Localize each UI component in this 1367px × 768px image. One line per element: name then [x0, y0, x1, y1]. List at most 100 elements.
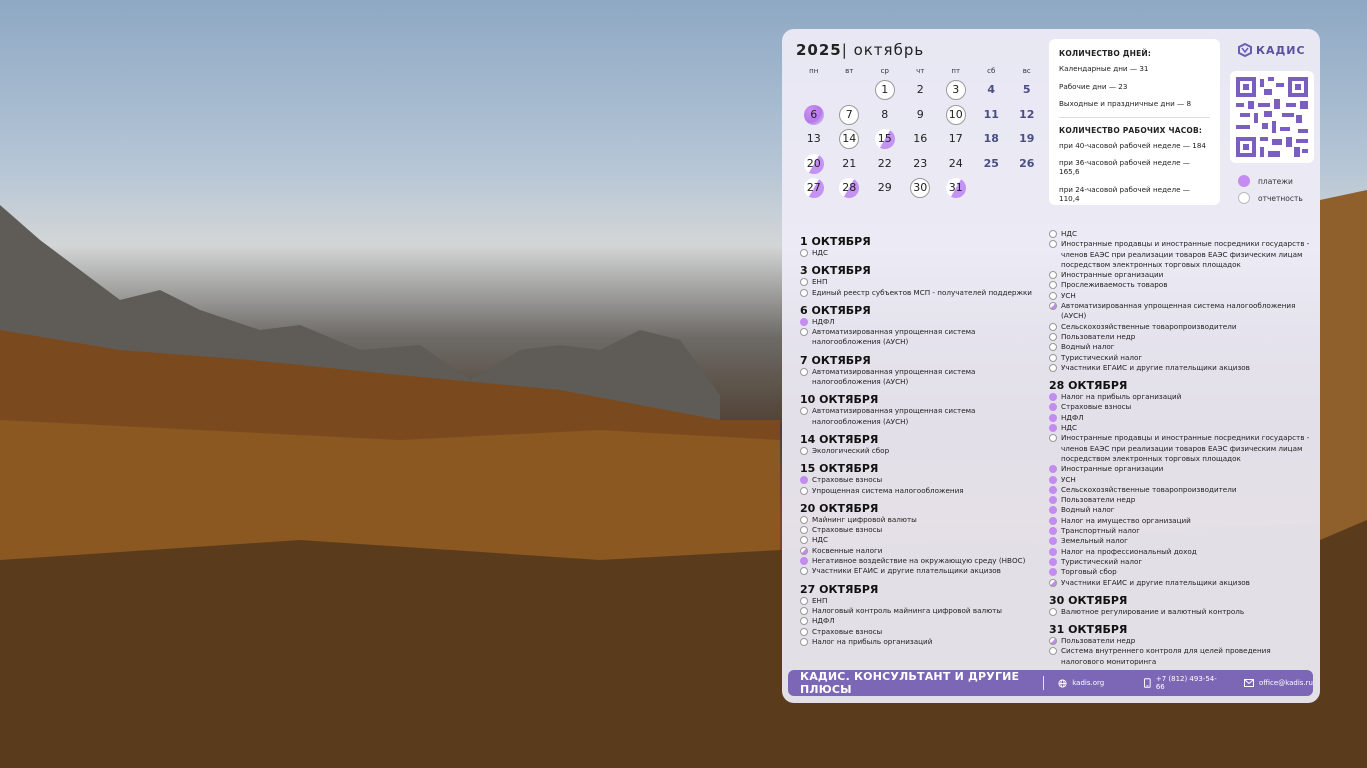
day-cell[interactable]: 27	[803, 178, 824, 199]
event-item: Транспортный налог	[1049, 526, 1311, 536]
report-dot-icon	[1049, 322, 1057, 331]
event-date-heading: 20 ОКТЯБРЯ	[800, 501, 879, 515]
day-cell[interactable]: 13	[804, 129, 824, 149]
day-cell[interactable]: 31	[945, 178, 966, 199]
footer-phone: +7 (812) 493-54-66	[1155, 675, 1217, 691]
day-cell[interactable]: 25	[981, 154, 1001, 174]
day-cell[interactable]: 4	[981, 80, 1001, 100]
footer-divider	[1043, 676, 1045, 690]
day-cell[interactable]: 14	[839, 129, 860, 150]
event-date-heading: 28 ОКТЯБРЯ	[1049, 379, 1128, 393]
payment-dot-icon	[1049, 516, 1057, 525]
weekday-label: вт	[845, 67, 854, 75]
weekday-header: пн вт ср чт пт сб вс	[796, 67, 1046, 75]
event-item: НДС	[1049, 423, 1311, 433]
event-item: НДС	[1049, 229, 1311, 239]
event-item: НДФЛ	[800, 616, 1040, 626]
report-dot-icon	[1049, 647, 1057, 656]
day-cell[interactable]: 17	[946, 129, 966, 149]
report-dot-icon	[1049, 434, 1057, 443]
event-label: НДС	[1061, 229, 1078, 238]
event-item: Валютное регулирование и валютный контро…	[1049, 607, 1311, 617]
day-cell[interactable]: 21	[839, 154, 859, 174]
day-cell[interactable]: 24	[946, 154, 966, 174]
event-label: ЕНП	[812, 277, 828, 287]
day-cell[interactable]: 19	[1017, 129, 1037, 149]
legend-reports-label: отчетность	[1258, 193, 1303, 203]
event-item: Участники ЕГАИС и другие плательщики акц…	[800, 566, 1040, 576]
event-item: Страховые взносы	[800, 627, 1040, 637]
day-cell[interactable]: 26	[1017, 154, 1037, 174]
event-label: Система внутреннего контроля для целей п…	[1061, 646, 1271, 666]
day-cell[interactable]: 7	[839, 104, 860, 125]
event-label: Автоматизированная упрощенная система на…	[1061, 301, 1296, 321]
day-cell[interactable]: 6	[803, 104, 824, 125]
event-label: Водный налог	[1061, 342, 1115, 352]
event-date-heading: 3 ОКТЯБРЯ	[800, 264, 871, 278]
day-cell[interactable]: 5	[1017, 80, 1037, 100]
event-item: Косвенные налоги	[800, 546, 1040, 556]
day-cell[interactable]: 12	[1017, 105, 1037, 125]
footer-email-link[interactable]: office@kadis.ru	[1243, 679, 1313, 687]
event-label: НДФЛ	[812, 316, 835, 326]
legend-payments: платежи	[1238, 175, 1303, 187]
event-label: Участники ЕГАИС и другие плательщики акц…	[812, 566, 1001, 576]
payment-dot-icon	[1049, 506, 1057, 515]
day-cell[interactable]: 1	[874, 80, 895, 101]
qr-code[interactable]	[1230, 71, 1314, 163]
day-cell[interactable]: 16	[910, 129, 930, 149]
globe-icon	[1058, 678, 1067, 688]
report-dot-icon	[1049, 230, 1057, 238]
report-dot-icon	[800, 407, 808, 416]
events-right-column: НДС Иностранные продавцы и иностранные по…	[1049, 229, 1311, 667]
phone-icon	[1144, 678, 1151, 688]
day-cell[interactable]: 23	[910, 154, 930, 174]
event-label: Налог на профессиональный доход	[1061, 546, 1197, 556]
footer-phone-link[interactable]: +7 (812) 493-54-66	[1144, 675, 1222, 691]
day-cell[interactable]: 28	[839, 178, 860, 199]
event-label: Налог на прибыль организаций	[1061, 392, 1182, 402]
event-label: Страховые взносы	[1061, 402, 1132, 412]
year-label: 2025	[796, 41, 842, 59]
event-item: Водный налог	[1049, 342, 1311, 352]
event-item: Налог на имущество организаций	[1049, 516, 1311, 526]
event-item: Туристический налог	[1049, 557, 1311, 567]
event-item: НДС	[800, 248, 1040, 258]
day-cell[interactable]: 29	[875, 178, 895, 198]
footer-email: office@kadis.ru	[1258, 679, 1313, 687]
day-cell[interactable]: 18	[981, 129, 1001, 149]
event-item: ЕНП	[800, 596, 1040, 606]
event-label: Пользователи недр	[1061, 495, 1136, 505]
event-item: Автоматизированная упрощенная система на…	[800, 327, 1040, 348]
event-item: Иностранные продавцы и иностранные посре…	[1049, 239, 1311, 270]
weekday-label: вс	[1022, 67, 1031, 75]
payment-dot-icon	[1049, 302, 1057, 311]
payment-dot-icon	[1049, 475, 1057, 484]
day-cell[interactable]: 11	[981, 105, 1001, 125]
day-cell[interactable]: 3	[945, 80, 966, 101]
event-label: Пользователи недр	[1061, 636, 1136, 646]
event-item: Сельскохозяйственные товаропроизводители	[1049, 322, 1311, 332]
day-cell[interactable]: 10	[945, 104, 966, 125]
event-label: НДФЛ	[812, 616, 835, 626]
event-item: НДФЛ	[800, 317, 1040, 327]
report-dot-icon	[800, 515, 808, 524]
day-cell[interactable]: 15	[874, 129, 895, 150]
report-dot-icon	[800, 617, 808, 626]
day-cell[interactable]: 20	[803, 153, 824, 174]
day-cell[interactable]: 8	[875, 105, 895, 125]
events-left-column: 1 ОКТЯБРЯ НДС 3 ОКТЯБРЯ ЕНП Единый реестр су…	[800, 229, 1040, 647]
event-item: Упрощенная система налогообложения	[800, 486, 1040, 496]
weekday-label: пт	[951, 67, 961, 75]
event-date-heading: 7 ОКТЯБРЯ	[800, 353, 871, 367]
event-label: Негативное воздействие на окружающую сре…	[812, 556, 1026, 566]
day-cell[interactable]: 9	[910, 105, 930, 125]
tax-calendar-card: 2025| октябрь пн вт ср чт пт сб вс 1 2 3 4 5 6 7 8 9 10…	[782, 29, 1320, 703]
day-cell[interactable]: 2	[910, 80, 930, 100]
day-cell[interactable]: 30	[910, 178, 931, 199]
event-label: Участники ЕГАИС и другие плательщики акц…	[1061, 362, 1250, 372]
event-label: Торговый сбор	[1061, 567, 1117, 577]
footer-site-link[interactable]: kadis.org	[1058, 678, 1104, 688]
day-cell[interactable]: 22	[875, 154, 895, 174]
event-date-heading: 1 ОКТЯБРЯ	[800, 235, 871, 248]
